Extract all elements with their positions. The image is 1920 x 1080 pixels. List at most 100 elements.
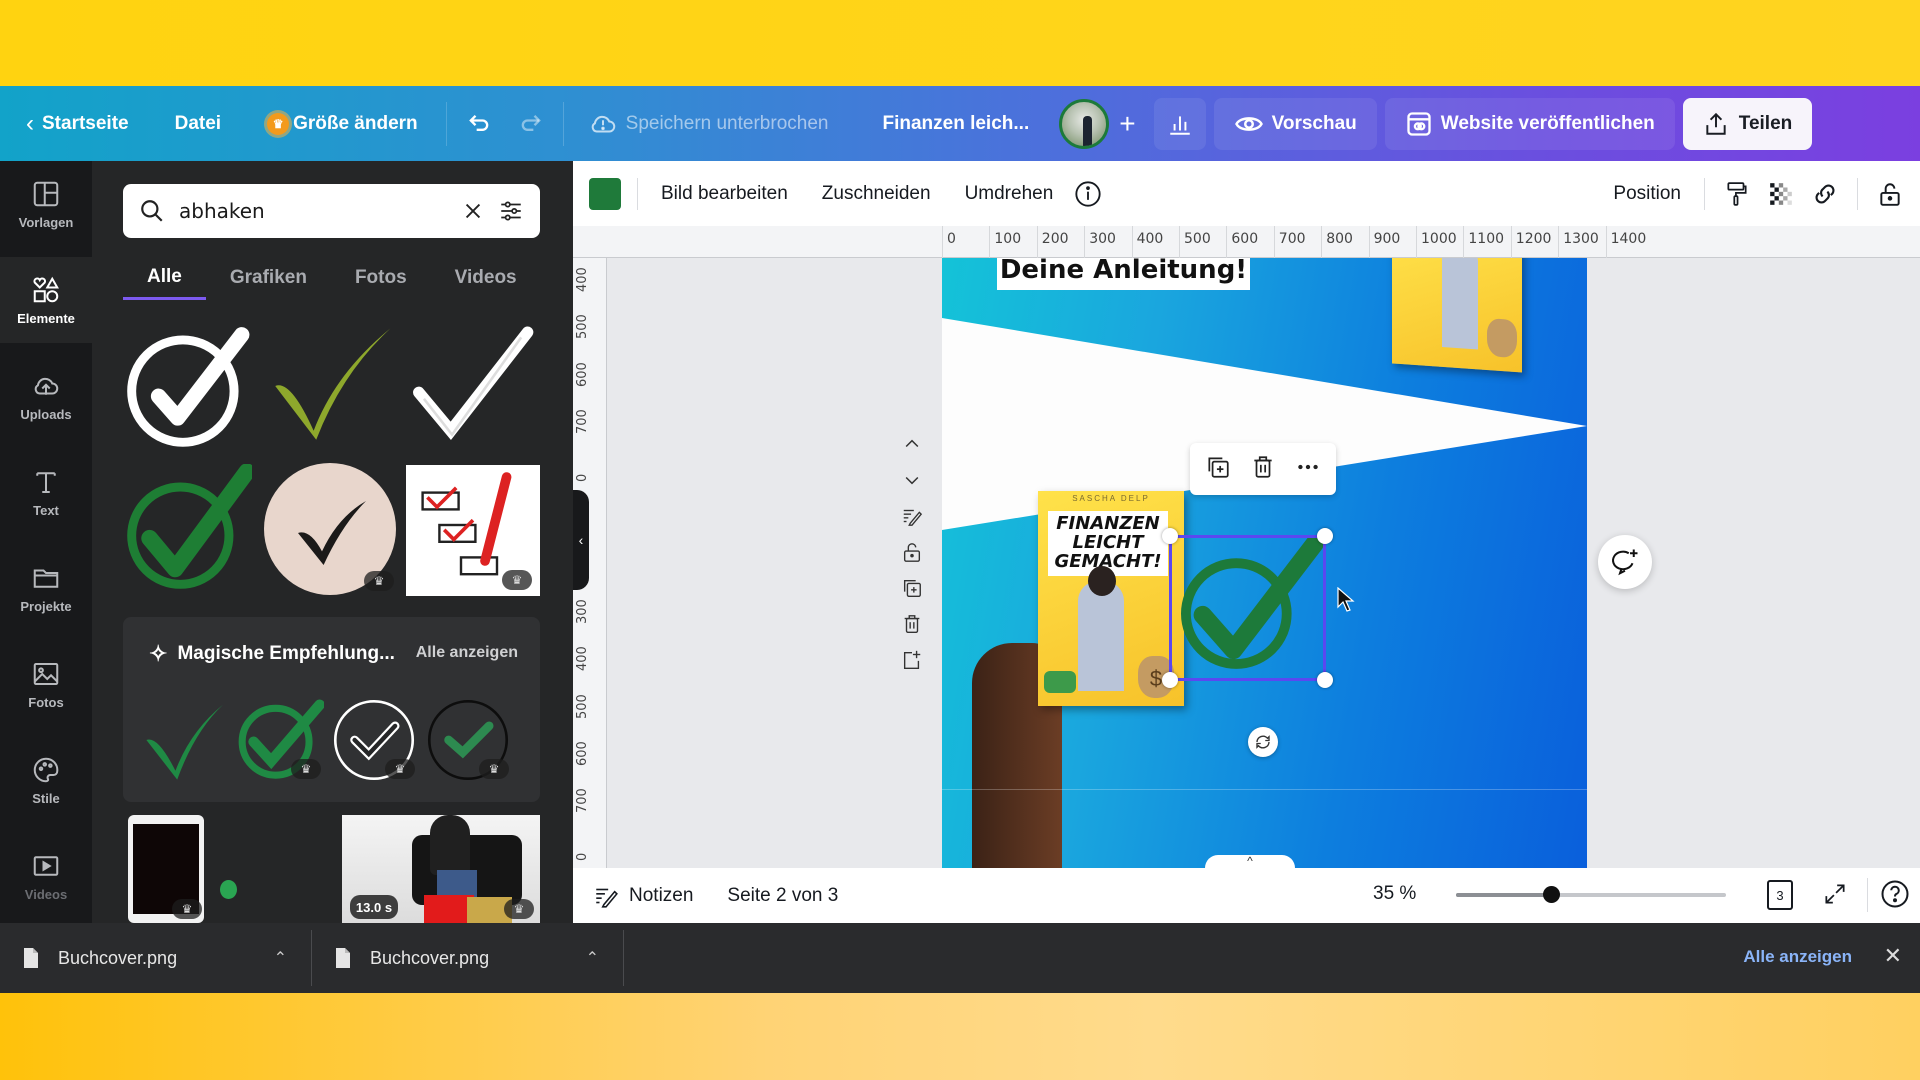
resize-handle-top-left[interactable] (1162, 528, 1178, 544)
download-item[interactable]: Buchcover.png ⌃ (312, 930, 624, 986)
show-pages-button[interactable]: ^ (1205, 855, 1295, 868)
book-mockup-top[interactable] (1392, 258, 1522, 373)
magic-item[interactable]: ♛ (423, 695, 513, 785)
heading-text[interactable]: Deine Anleitung! (997, 258, 1250, 290)
delete-page-button[interactable] (900, 612, 924, 636)
duplicate-button[interactable] (1205, 454, 1231, 485)
tab-fotos[interactable]: Fotos (331, 256, 431, 300)
lock-page-button[interactable] (900, 540, 924, 564)
ruler-tick (1084, 226, 1086, 258)
result-video-shopping[interactable]: 13.0 s ♛ (342, 815, 540, 923)
magic-recommendations: ✧ Magische Empfehlung... Alle anzeigen ♛… (123, 617, 540, 802)
book-cover-finanzen[interactable]: SASCHA DELP FINANZEN LEICHT GEMACHT! $ (1038, 491, 1184, 706)
move-page-down-button[interactable] (900, 468, 924, 492)
publish-website-button[interactable]: Website veröffentlichen (1384, 97, 1675, 150)
chevron-left-icon: ‹ (578, 532, 584, 548)
illustration-hair (1088, 566, 1116, 596)
result-white-circle-check[interactable] (123, 321, 253, 451)
result-olive-check[interactable] (264, 321, 394, 451)
magic-item[interactable]: ♛ (329, 695, 419, 785)
help-button[interactable] (1880, 879, 1910, 915)
resize-button[interactable]: ♛ Größe ändern (255, 98, 430, 150)
color-swatch[interactable] (589, 177, 621, 210)
transparency-button[interactable] (1759, 172, 1803, 216)
sidebar-item-elemente[interactable]: Elemente (0, 257, 92, 343)
magic-title-label: Magische Empfehlung... (177, 643, 395, 664)
unlock-icon (903, 543, 921, 562)
page-notes-button[interactable] (900, 504, 924, 528)
result-beige-circle-check[interactable]: ♛ (264, 463, 396, 595)
copy-style-button[interactable] (1715, 172, 1759, 216)
share-button[interactable]: Teilen (1682, 97, 1813, 150)
sidebar-item-stile[interactable]: Stile (0, 737, 92, 823)
lock-button[interactable] (1868, 172, 1912, 216)
more-options-button[interactable] (1295, 454, 1321, 485)
home-button[interactable]: ‹ Startseite (14, 98, 141, 150)
sidebar-item-fotos[interactable]: Fotos (0, 641, 92, 727)
result-tablet-mockup[interactable]: ♛ (128, 815, 204, 923)
zoom-slider[interactable] (1456, 886, 1726, 903)
magic-show-all-link[interactable]: Alle anzeigen (416, 644, 518, 662)
magic-item[interactable] (141, 695, 231, 785)
sidebar-item-projekte[interactable]: Projekte (0, 545, 92, 631)
design-page[interactable]: Deine Anleitung! SASCHA DELP FINANZEN LE… (942, 258, 1587, 868)
share-label: Teilen (1738, 112, 1793, 134)
sidebar-item-videos[interactable]: Videos (0, 833, 92, 919)
save-status[interactable]: Speichern unterbrochen (576, 98, 841, 150)
result-sketch-check[interactable] (405, 321, 535, 451)
result-checklist-photo[interactable]: ♛ (406, 465, 540, 596)
check-circle-icon (127, 464, 252, 589)
preview-button[interactable]: Vorschau (1213, 97, 1377, 150)
move-page-up-button[interactable] (900, 432, 924, 456)
zoom-slider-thumb[interactable] (1542, 886, 1560, 903)
position-button[interactable]: Position (1600, 172, 1694, 216)
undo-button[interactable] (453, 98, 505, 150)
page-grid-button[interactable]: 3 (1767, 880, 1793, 910)
download-item[interactable]: Buchcover.png ⌃ (0, 930, 312, 986)
file-menu-button[interactable]: Datei (163, 98, 233, 150)
redo-button[interactable] (505, 98, 557, 150)
resize-handle-bottom-right[interactable] (1317, 672, 1333, 688)
sidebar-item-text[interactable]: Text (0, 449, 92, 535)
collapse-panel-button[interactable]: ‹ (573, 490, 589, 590)
result-green-dot[interactable] (220, 880, 237, 899)
money-bag-shape (1487, 318, 1517, 359)
design-title[interactable]: Finanzen leich... (870, 98, 1041, 150)
duplicate-page-button[interactable] (900, 576, 924, 600)
magic-item[interactable]: ♛ (235, 695, 325, 785)
chevron-up-icon[interactable]: ⌃ (586, 948, 599, 968)
sidebar-item-vorlagen[interactable]: Vorlagen (0, 161, 92, 247)
search-input[interactable] (179, 199, 448, 223)
add-page-button[interactable] (900, 648, 924, 672)
delete-button[interactable] (1250, 454, 1276, 485)
crop-button[interactable]: Zuschneiden (809, 172, 944, 216)
resize-handle-top-right[interactable] (1317, 528, 1333, 544)
zoom-percentage[interactable]: 35 % (1373, 883, 1416, 905)
invite-button[interactable]: + (1109, 98, 1145, 150)
filter-sliders-icon[interactable] (498, 198, 524, 224)
resize-handle-bottom-left[interactable] (1162, 672, 1178, 688)
tab-alle[interactable]: Alle (123, 256, 206, 300)
chevron-up-icon[interactable]: ⌃ (274, 948, 287, 968)
edit-image-button[interactable]: Bild bearbeiten (648, 172, 801, 216)
avatar[interactable] (1059, 98, 1110, 149)
rotate-handle[interactable] (1248, 727, 1278, 757)
close-downloads-button[interactable]: ✕ (1884, 943, 1902, 969)
illustration-figure (1078, 581, 1124, 691)
flip-button[interactable]: Umdrehen (952, 172, 1067, 216)
fullscreen-button[interactable] (1822, 881, 1848, 913)
add-comment-button[interactable] (1598, 535, 1652, 589)
sidebar-label: Uploads (20, 406, 72, 422)
show-all-downloads-link[interactable]: Alle anzeigen (1743, 947, 1852, 967)
insights-button[interactable] (1153, 97, 1206, 150)
result-green-circle-check[interactable] (123, 463, 253, 593)
tab-grafiken[interactable]: Grafiken (206, 256, 331, 300)
page-indicator[interactable]: Seite 2 von 3 (727, 885, 838, 907)
clear-search-icon[interactable] (462, 200, 484, 222)
selected-element-frame[interactable] (1162, 528, 1333, 688)
sidebar-item-uploads[interactable]: Uploads (0, 353, 92, 439)
info-button[interactable] (1066, 172, 1110, 216)
link-button[interactable] (1803, 172, 1847, 216)
notes-button[interactable]: Notizen (593, 883, 693, 909)
tab-videos[interactable]: Videos (431, 256, 541, 300)
